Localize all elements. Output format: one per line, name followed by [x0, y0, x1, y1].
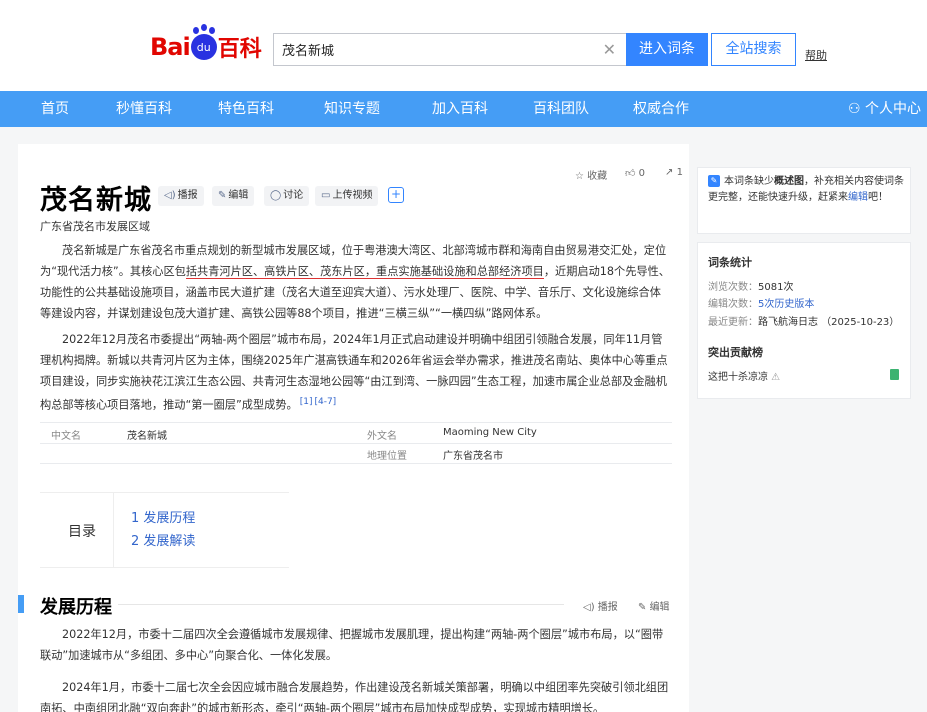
like-count: 0 [638, 168, 646, 179]
search-input[interactable] [274, 34, 594, 65]
contributor-name[interactable]: 这把十杀凉凉 [708, 372, 768, 383]
broadcast-label: 播报 [177, 190, 198, 201]
help-link[interactable]: 帮助 [805, 47, 827, 63]
broadcast-button[interactable]: ◁) 播报 [158, 186, 204, 206]
section-paragraph-1: 2022年12月，市委十二届四次全会遵循城市发展规律、把握城市发展肌理，提出构建… [40, 628, 664, 662]
edit-button[interactable]: ✎ 编辑 [212, 186, 255, 206]
updated-label: 最近更新： [708, 317, 758, 328]
collect-button[interactable]: ☆ 收藏 [575, 167, 607, 182]
views-row: 浏览次数：5081次 [708, 278, 793, 293]
entry-subtitle: 广东省茂名市发展区域 [40, 220, 150, 233]
infobox-value: 广东省茂名市 [443, 451, 503, 462]
section-edit-button[interactable]: ✎ 编辑 [638, 598, 670, 613]
like-button[interactable]: 👍︎ 0 [625, 167, 645, 179]
nav-authority[interactable]: 权威合作 [633, 91, 689, 127]
nav-user-center[interactable]: ⚇ 个人中心 [848, 91, 921, 127]
infobox-bottom-line [40, 463, 672, 464]
updated-row: 最近更新：路飞航海日志 （2025-10-23） [708, 313, 899, 328]
section-paragraph-2: 2024年1月，市委十二届七次全会因应城市融合发展趋势，作出建设茂名新城关策部署… [40, 681, 669, 712]
logo-baike: 百科 [217, 37, 262, 62]
toc-item-development[interactable]: 1 发展历程 [131, 507, 195, 526]
speaker-icon: ◁) [164, 190, 176, 201]
edit-notice-icon: ✎ [708, 175, 720, 187]
infobox-value: Maoming New City [443, 427, 537, 438]
nav-home[interactable]: 首页 [41, 91, 69, 127]
infobox-key: 中文名 [51, 431, 81, 442]
section-broadcast-label: 播报 [597, 602, 618, 613]
user-icon: ⚇ [848, 101, 866, 117]
star-icon: ☆ [575, 171, 588, 182]
notice-text-a: 本词条缺少 [724, 176, 774, 187]
user-center-label: 个人中心 [865, 101, 922, 117]
nav-join[interactable]: 加入百科 [432, 91, 488, 127]
search-box: ✕ [273, 33, 626, 66]
all-site-search-button[interactable]: 全站搜索 [711, 33, 796, 66]
plus-icon[interactable]: + [388, 187, 404, 203]
notice-edit-link[interactable]: 编辑 [848, 192, 868, 203]
enter-entry-button[interactable]: 进入词条 [626, 33, 708, 66]
upload-video-label: 上传视频 [332, 190, 373, 201]
entry-title: 茂名新城 [40, 185, 152, 216]
speaker-icon: ◁) [583, 602, 598, 613]
toc-item-interpretation[interactable]: 2 发展解读 [131, 530, 195, 549]
overview-notice: ✎ 本词条缺少概述图，补充相关内容使词条更完整，还能快速升级，赶紧来编辑吧！ [708, 174, 904, 206]
bookmark-icon[interactable] [890, 369, 899, 380]
discuss-button[interactable]: ◯ 讨论 [264, 186, 310, 206]
stats-title: 词条统计 [708, 256, 752, 269]
reference-link-4-7[interactable]: [4-7] [314, 397, 336, 407]
toc-label: 目录 [68, 524, 96, 540]
intro-paragraph: 茂名新城是广东省茂名市重点规划的新型城市发展区域，位于粤港澳大湾区、北部湾城市群… [40, 240, 670, 324]
share-icon: ↗ [665, 167, 677, 178]
contributors-title: 突出贡献榜 [708, 346, 763, 359]
pencil-icon: ✎ [638, 602, 650, 613]
infobox-key: 地理位置 [367, 451, 407, 462]
history-versions-link[interactable]: 5次历史版本 [758, 299, 814, 310]
updated-value: 路飞航海日志 （2025-10-23） [758, 317, 900, 328]
section-divider [118, 604, 564, 605]
nav-featured[interactable]: 特色百科 [218, 91, 274, 127]
logo-bai: Bai [150, 33, 191, 61]
pencil-icon: ✎ [218, 190, 227, 201]
infobox-value: 茂名新城 [127, 431, 167, 442]
views-label: 浏览次数： [708, 282, 758, 293]
section-edit-label: 编辑 [649, 602, 670, 613]
nav-topics[interactable]: 知识专题 [324, 91, 380, 127]
infobox-row-line [40, 443, 672, 444]
chat-icon: ◯ [270, 190, 282, 201]
clear-icon[interactable]: ✕ [603, 40, 616, 59]
nav-miaodong[interactable]: 秒懂百科 [116, 91, 172, 127]
notice-bold: 概述图 [774, 176, 804, 187]
intro-underlined-text: 括共青河片区、高铁片区、茂东片区，重点实施基础设施和总部经济项目 [185, 265, 544, 279]
main-nav: 首页 秒懂百科 特色百科 知识专题 加入百科 百科团队 权威合作 ⚇ 个人中心 [0, 91, 927, 127]
warning-icon: ⚠ [768, 372, 781, 383]
edit-label: 编辑 [228, 190, 249, 201]
notice-text-c: 吧！ [868, 192, 888, 203]
collect-label: 收藏 [587, 171, 608, 182]
contributor-row[interactable]: 这把十杀凉凉 ⚠ [708, 368, 780, 383]
summary-paragraph: 2022年12月茂名市委提出“两轴-两个圈层”城市布局，2024年1月正式启动建… [40, 329, 670, 416]
upload-video-button[interactable]: ▭ 上传视频 [315, 186, 379, 206]
share-button[interactable]: ↗ 1 [665, 167, 683, 178]
infobox-key: 外文名 [367, 431, 397, 442]
views-value: 5081次 [758, 282, 794, 293]
top-header: Bai du 百科 ✕ 进入词条 全站搜索 帮助 [0, 0, 927, 91]
logo-paw: du [190, 27, 217, 60]
toc-divider [113, 493, 114, 567]
summary-text: 2022年12月茂名市委提出“两轴-两个圈层”城市布局，2024年1月正式启动建… [40, 333, 668, 412]
section-title: 发展历程 [40, 597, 112, 618]
section-broadcast-button[interactable]: ◁) 播报 [583, 598, 618, 613]
discuss-label: 讨论 [283, 190, 304, 201]
infobox-top-line [40, 422, 672, 423]
nav-team[interactable]: 百科团队 [533, 91, 589, 127]
video-icon: ▭ [321, 190, 331, 201]
baidu-baike-logo[interactable]: Bai du 百科 [150, 27, 262, 64]
reference-link-1[interactable]: [1] [300, 397, 313, 407]
edits-label: 编辑次数： [708, 299, 758, 310]
share-count: 1 [676, 167, 683, 178]
thumbs-up-icon: 👍︎ [625, 168, 639, 179]
section-marker [18, 595, 24, 613]
edits-row: 编辑次数：5次历史版本 [708, 295, 814, 310]
